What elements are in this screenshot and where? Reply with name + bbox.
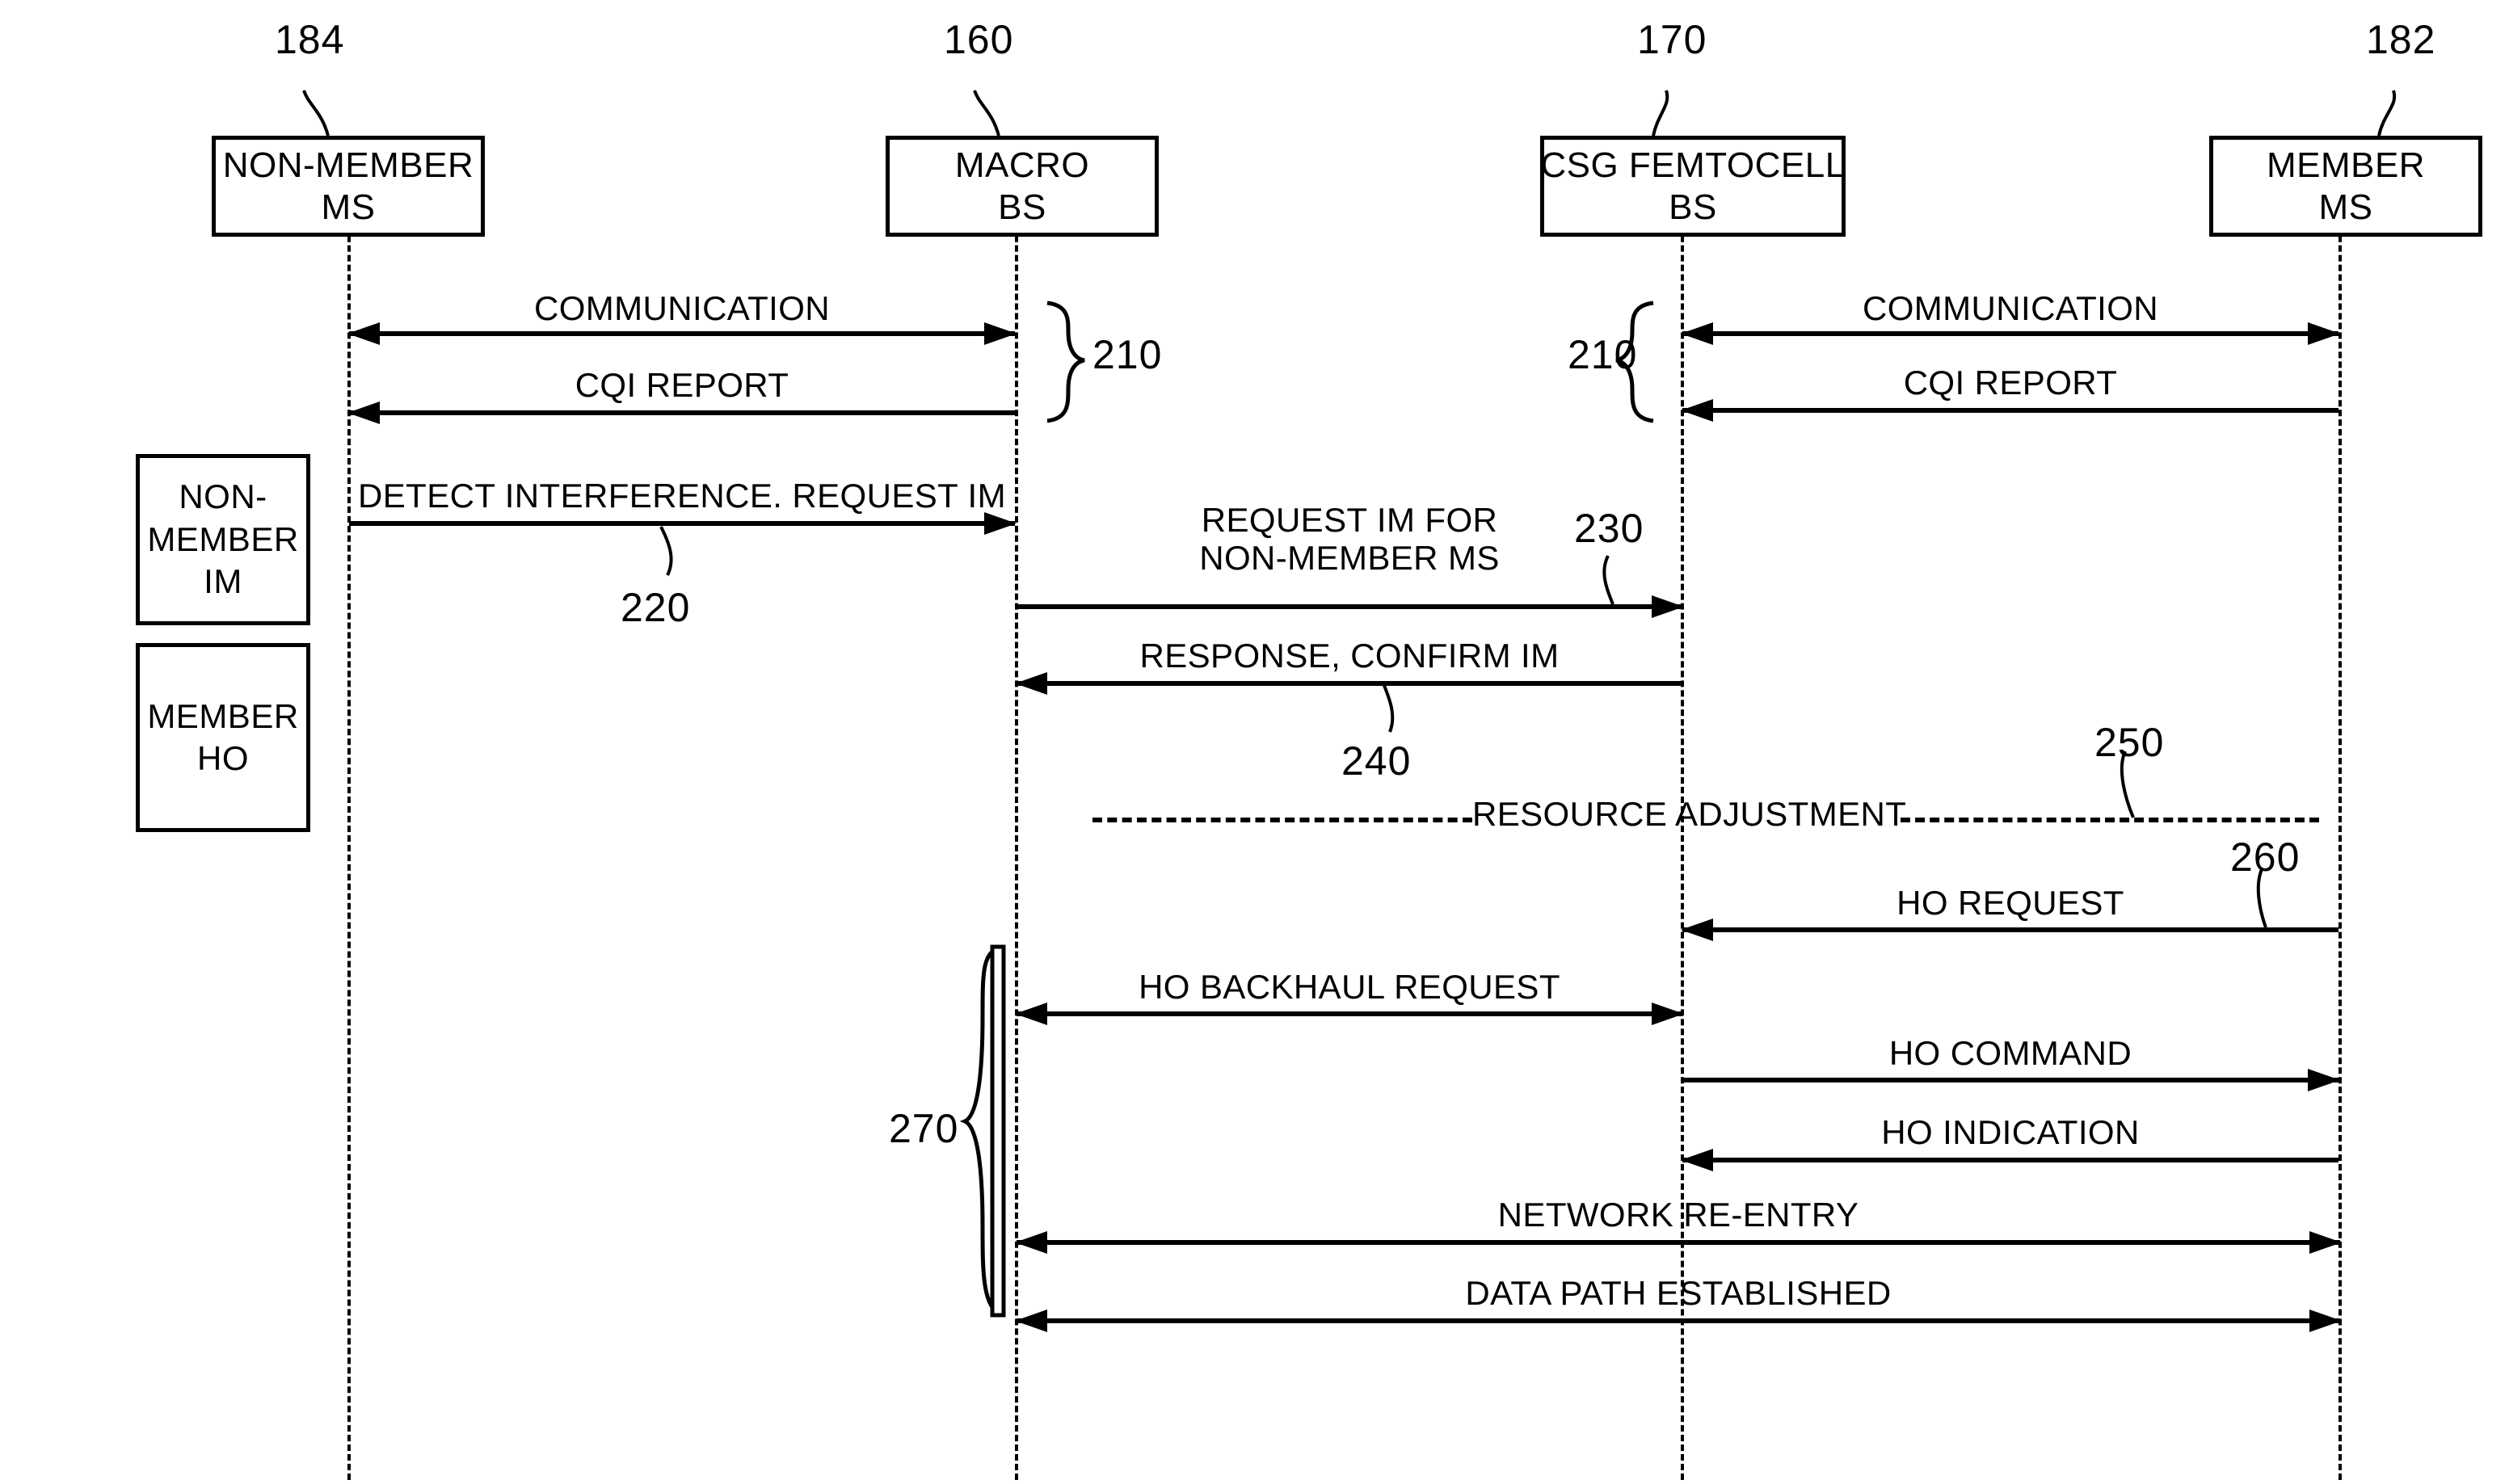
ref-240: 240 bbox=[1341, 738, 1412, 784]
leader-160 bbox=[973, 90, 1000, 137]
msg-label-ho-backhaul-request: HO BACKHAUL REQUEST bbox=[1139, 968, 1560, 1006]
msg-label-communication-right: COMMUNICATION bbox=[1862, 289, 2159, 327]
actor-label-line1: MACRO bbox=[954, 145, 1090, 185]
ref-250: 250 bbox=[2094, 720, 2165, 765]
ref-210-right: 210 bbox=[1568, 332, 1638, 377]
phase-label-non-member-im: NON- MEMBER IM bbox=[147, 476, 298, 603]
msg-label-ho-command: HO COMMAND bbox=[1888, 1034, 2132, 1072]
arrowhead-left-icon bbox=[1681, 1149, 1713, 1171]
actor-box-macro-bs[interactable]: MACRO BS bbox=[886, 136, 1159, 237]
msg-cqi-report-right[interactable] bbox=[1681, 399, 2339, 422]
actor-label-line2: BS bbox=[1669, 187, 1717, 227]
msg-label-request-im-line2: NON-MEMBER MS bbox=[1199, 539, 1500, 578]
msg-label-request-im-line1: REQUEST IM FOR bbox=[1201, 501, 1498, 539]
phase-line-2: HO bbox=[196, 739, 249, 777]
arrowhead-right-icon bbox=[2308, 1069, 2340, 1091]
arrowhead-left-icon bbox=[1681, 322, 1713, 345]
actor-label-line2: MS bbox=[2318, 187, 2373, 227]
msg-detect-interference[interactable] bbox=[349, 512, 1017, 535]
arrowhead-left-icon bbox=[1015, 1231, 1047, 1254]
actor-label-line2: MS bbox=[321, 187, 376, 227]
arrowhead-right-icon bbox=[2309, 1231, 2342, 1254]
phase-line-2: MEMBER bbox=[147, 519, 299, 558]
ref-220: 220 bbox=[621, 585, 691, 630]
ref-260: 260 bbox=[2230, 834, 2301, 880]
ref-184: 184 bbox=[275, 17, 345, 62]
msg-label-ho-request: HO REQUEST bbox=[1896, 884, 2124, 922]
actor-label-line2: BS bbox=[998, 187, 1046, 227]
leader-170 bbox=[1652, 90, 1669, 137]
msg-ho-backhaul-request[interactable] bbox=[1015, 1003, 1684, 1025]
brace-210-left bbox=[1046, 301, 1085, 423]
leader-220 bbox=[659, 526, 673, 576]
arrowhead-left-icon bbox=[1015, 1310, 1047, 1332]
actor-box-member-ms[interactable]: MEMBER MS bbox=[2209, 136, 2482, 237]
ref-182: 182 bbox=[2366, 17, 2436, 62]
phase-label-member-ho: MEMBER HO bbox=[147, 696, 298, 780]
actor-box-csg-femtocell-bs[interactable]: CSG FEMTOCELL BS bbox=[1540, 136, 1846, 237]
msg-label-communication-left: COMMUNICATION bbox=[533, 289, 831, 327]
phase-line-1: MEMBER bbox=[147, 696, 299, 735]
arrowhead-right-icon bbox=[1652, 1003, 1684, 1025]
ref-210-left: 210 bbox=[1092, 332, 1163, 377]
msg-resource-adjustment-left-segment bbox=[1092, 818, 1472, 822]
msg-label-detect-interference: DETECT INTERFERENCE. REQUEST IM bbox=[358, 477, 1006, 515]
arrowhead-right-icon bbox=[1652, 595, 1684, 618]
arrowhead-left-icon bbox=[1681, 399, 1713, 422]
arrowhead-right-icon bbox=[984, 322, 1017, 345]
phase-box-member-ho[interactable]: MEMBER HO bbox=[136, 643, 310, 832]
arrowhead-right-icon bbox=[2308, 322, 2340, 345]
msg-cqi-report-left[interactable] bbox=[347, 401, 1015, 424]
phase-line-3: IM bbox=[204, 562, 242, 601]
activation-bar-macro-bs bbox=[990, 944, 1006, 1318]
msg-data-path-established[interactable] bbox=[1015, 1310, 2342, 1332]
ref-230: 230 bbox=[1574, 506, 1644, 551]
actor-label-line1: NON-MEMBER bbox=[222, 145, 474, 185]
arrowhead-left-icon bbox=[1015, 1003, 1047, 1025]
arrowhead-left-icon bbox=[347, 401, 380, 424]
arrowhead-right-icon bbox=[984, 512, 1017, 535]
arrowhead-left-icon bbox=[347, 322, 380, 345]
arrowhead-left-icon bbox=[1681, 919, 1713, 941]
msg-response-confirm-im[interactable] bbox=[1015, 672, 1682, 695]
msg-label-data-path-established: DATA PATH ESTABLISHED bbox=[1465, 1274, 1892, 1312]
phase-line-1: NON- bbox=[179, 477, 267, 516]
msg-communication-right[interactable] bbox=[1681, 322, 2340, 345]
msg-label-ho-indication: HO INDICATION bbox=[1881, 1113, 2140, 1151]
arrowhead-left-icon bbox=[1015, 672, 1047, 695]
sequence-diagram-canvas: NON-MEMBER MS MACRO BS CSG FEMTOCELL BS … bbox=[0, 0, 2509, 1484]
msg-label-cqi-report-left: CQI REPORT bbox=[575, 366, 789, 404]
arrowhead-right-icon bbox=[2309, 1310, 2342, 1332]
ref-270: 270 bbox=[889, 1106, 959, 1151]
actor-label-line1: CSG FEMTOCELL bbox=[1540, 145, 1846, 185]
msg-ho-command[interactable] bbox=[1682, 1069, 2340, 1091]
ref-160: 160 bbox=[944, 17, 1014, 62]
leader-182 bbox=[2377, 90, 2397, 137]
brace-270 bbox=[959, 944, 1004, 1318]
msg-ho-request[interactable] bbox=[1681, 919, 2339, 941]
msg-network-re-entry[interactable] bbox=[1015, 1231, 2342, 1254]
ref-170: 170 bbox=[1637, 17, 1707, 62]
leader-240 bbox=[1382, 683, 1395, 733]
msg-label-response-confirm-im: RESPONSE, CONFIRM IM bbox=[1139, 637, 1560, 675]
msg-communication-left[interactable] bbox=[347, 322, 1017, 345]
msg-resource-adjustment-right-segment bbox=[1901, 818, 2319, 822]
leader-184 bbox=[302, 90, 330, 137]
msg-request-im[interactable] bbox=[1017, 595, 1684, 618]
msg-label-network-re-entry: NETWORK RE-ENTRY bbox=[1497, 1196, 1859, 1234]
msg-label-resource-adjustment: RESOURCE ADJUSTMENT bbox=[1472, 795, 1907, 833]
msg-label-cqi-report-right: CQI REPORT bbox=[1903, 364, 2118, 401]
actor-label-line1: MEMBER bbox=[2266, 145, 2426, 185]
phase-box-non-member-im[interactable]: NON- MEMBER IM bbox=[136, 454, 310, 625]
actor-box-non-member-ms[interactable]: NON-MEMBER MS bbox=[212, 136, 485, 237]
msg-ho-indication[interactable] bbox=[1681, 1149, 2339, 1171]
